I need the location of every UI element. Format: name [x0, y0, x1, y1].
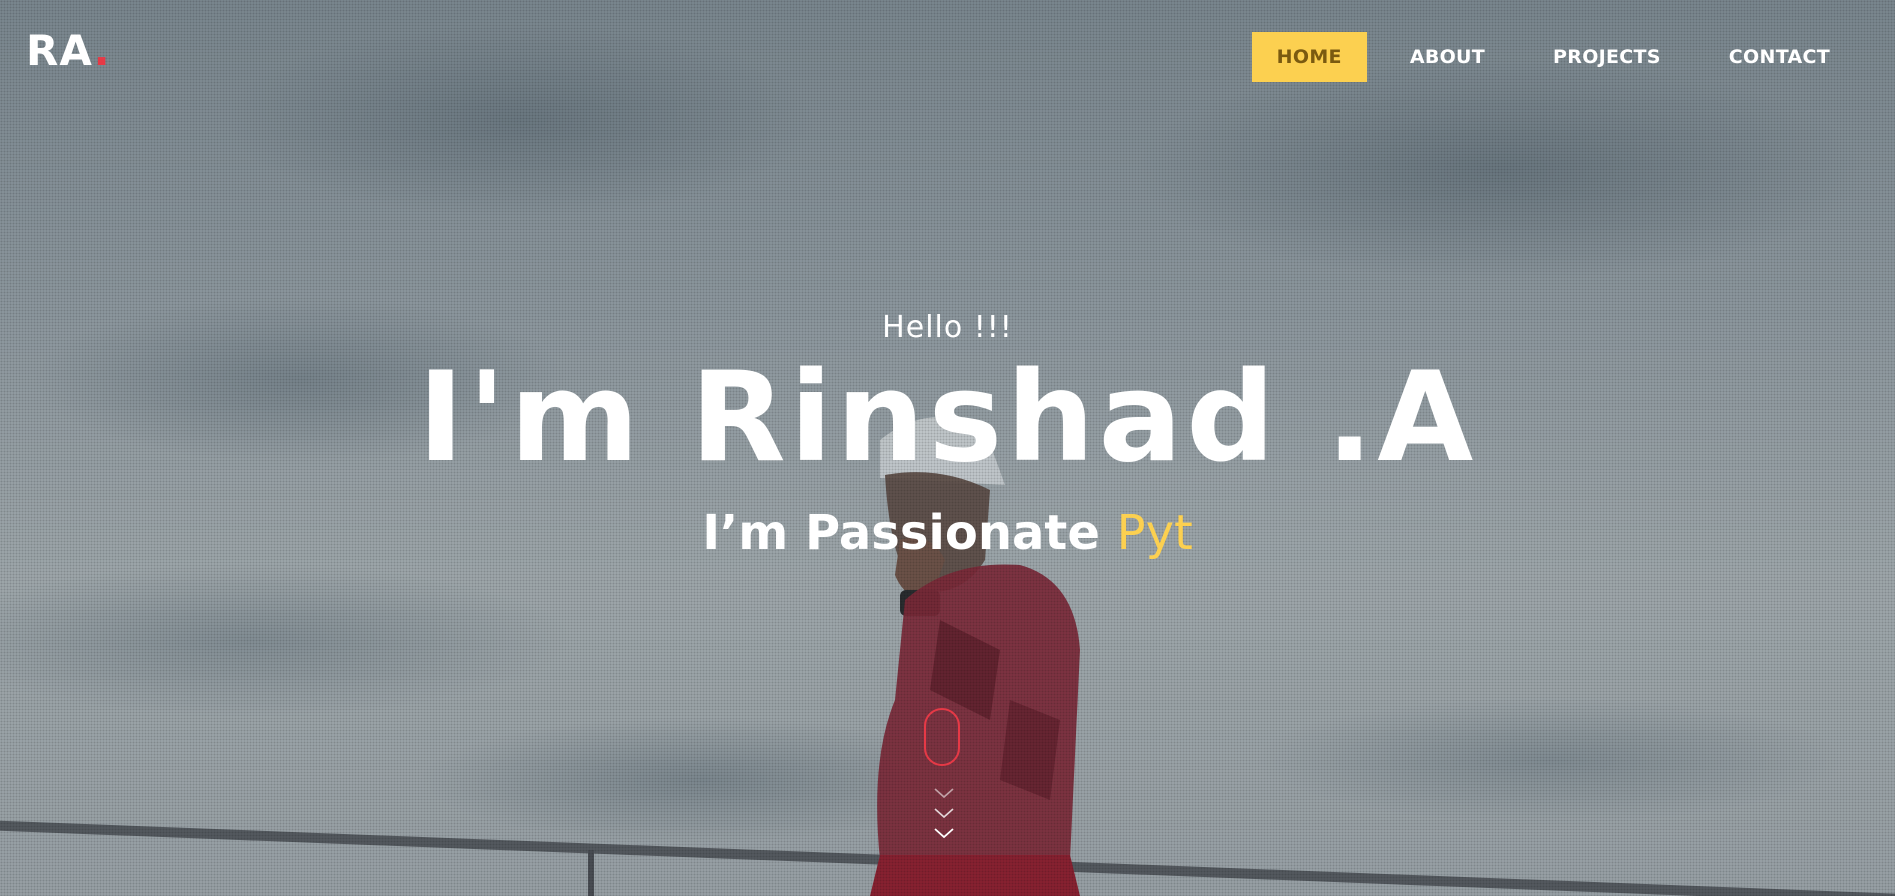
hero-name: I'm Rinshad .A [417, 346, 1478, 490]
hero-content: Hello !!! I'm Rinshad .A I’m Passionate … [0, 310, 1895, 561]
chevron-down-icon [934, 788, 954, 799]
hero-section: RA. HOME ABOUT PROJECTS CONTACT Hello !!… [0, 0, 1895, 896]
scroll-down-chevrons[interactable] [932, 784, 956, 844]
railing-post [588, 850, 594, 896]
logo-dot: . [93, 26, 111, 75]
site-header: RA. HOME ABOUT PROJECTS CONTACT [0, 0, 1895, 116]
chevron-down-icon [934, 808, 954, 819]
hero-greeting: Hello !!! [882, 310, 1013, 345]
main-nav: HOME ABOUT PROJECTS CONTACT [1234, 32, 1855, 82]
tagline-prefix: I’m Passionate [702, 505, 1100, 562]
logo-text: RA [26, 26, 94, 75]
nav-projects[interactable]: PROJECTS [1528, 32, 1686, 82]
mouse-scroll-icon[interactable] [924, 708, 960, 766]
tagline-typed: Pyt [1116, 505, 1193, 562]
nav-contact[interactable]: CONTACT [1704, 32, 1855, 82]
nav-about[interactable]: ABOUT [1385, 32, 1510, 82]
hero-tagline: I’m Passionate Pyt [0, 505, 1895, 561]
chevron-down-icon [934, 828, 954, 839]
nav-home[interactable]: HOME [1251, 32, 1367, 82]
site-logo[interactable]: RA. [26, 26, 111, 75]
